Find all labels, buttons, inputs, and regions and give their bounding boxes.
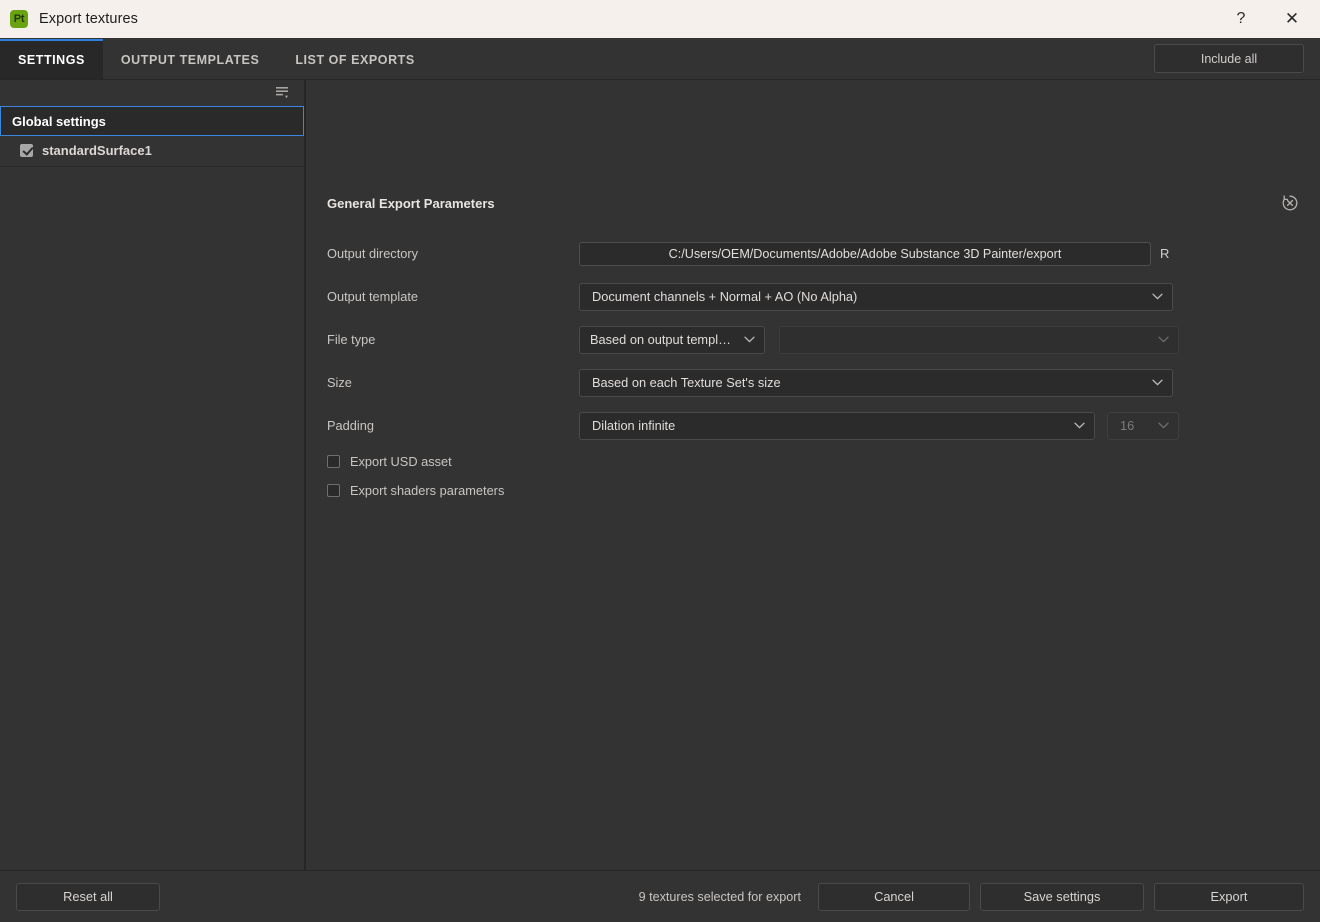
padding-select[interactable]: Dilation infinite — [579, 411, 1095, 440]
sidebar-toolbar — [0, 80, 304, 106]
browse-button[interactable]: R — [1160, 246, 1172, 261]
app-icon: Pt — [10, 10, 28, 28]
output-template-value: Document channels + Normal + AO (No Alph… — [592, 289, 858, 304]
chevron-down-icon — [1074, 422, 1085, 429]
file-type-select[interactable]: Based on output template — [579, 325, 765, 354]
sidebar-item-standardsurface1[interactable]: standardSurface1 — [0, 136, 304, 164]
export-usd-asset-label: Export USD asset — [350, 454, 452, 469]
row-padding: Padding Dilation infinite 16 — [306, 404, 1320, 447]
output-directory-input[interactable]: C:/Users/OEM/Documents/Adobe/Adobe Subst… — [579, 241, 1151, 266]
cancel-button[interactable]: Cancel — [818, 882, 970, 911]
close-button[interactable]: ✕ — [1264, 0, 1320, 38]
file-type-controls: Based on output template — [579, 325, 1320, 354]
footer-bar: Reset all 9 textures selected for export… — [0, 870, 1320, 922]
output-template-label: Output template — [327, 289, 419, 304]
main-panel: General Export Parameters Output directo… — [306, 80, 1320, 870]
texture-set-checkbox[interactable] — [20, 143, 33, 157]
output-directory-controls: C:/Users/OEM/Documents/Adobe/Adobe Subst… — [579, 241, 1320, 266]
sidebar-item-global-settings[interactable]: Global settings — [0, 106, 304, 136]
status-text: 9 textures selected for export — [638, 889, 801, 904]
help-button[interactable]: ? — [1218, 0, 1264, 38]
output-directory-label: Output directory — [327, 246, 419, 261]
export-textures-dialog: Pt Export textures ? ✕ SETTINGS OUTPUT T… — [0, 0, 1320, 922]
save-settings-button[interactable]: Save settings — [980, 882, 1144, 911]
chevron-down-icon — [1152, 379, 1163, 386]
tab-output-templates[interactable]: OUTPUT TEMPLATES — [103, 39, 277, 79]
padding-amount-select[interactable]: 16 — [1107, 411, 1179, 440]
row-file-type: File type Based on output template — [306, 318, 1320, 361]
row-export-shaders-parameters[interactable]: Export shaders parameters — [306, 476, 1320, 505]
chevron-down-icon — [1158, 422, 1169, 429]
sidebar-item-label: Global settings — [12, 113, 106, 129]
row-size: Size Based on each Texture Set's size — [306, 361, 1320, 404]
tab-list-of-exports[interactable]: LIST OF EXPORTS — [277, 39, 432, 79]
row-output-template: Output template Document channels + Norm… — [306, 275, 1320, 318]
chevron-down-icon — [1152, 293, 1163, 300]
size-value: Based on each Texture Set's size — [592, 375, 781, 390]
padding-controls: Dilation infinite 16 — [579, 411, 1320, 440]
sidebar-divider — [0, 166, 304, 167]
padding-amount-value: 16 — [1120, 418, 1135, 433]
sidebar-item-label: standardSurface1 — [42, 142, 152, 158]
export-button[interactable]: Export — [1154, 882, 1304, 911]
size-select[interactable]: Based on each Texture Set's size — [579, 368, 1173, 397]
reset-all-button[interactable]: Reset all — [16, 882, 160, 911]
padding-value: Dilation infinite — [592, 418, 676, 433]
file-type-value: Based on output template — [590, 332, 734, 347]
export-shaders-parameters-label: Export shaders parameters — [350, 483, 505, 498]
window-title: Export textures — [39, 11, 139, 27]
titlebar: Pt Export textures ? ✕ — [0, 0, 1320, 38]
output-template-select[interactable]: Document channels + Normal + AO (No Alph… — [579, 282, 1173, 311]
general-export-parameters-form: Output directory C:/Users/OEM/Documents/… — [306, 232, 1320, 505]
output-template-controls: Document channels + Normal + AO (No Alph… — [579, 282, 1320, 311]
dialog-body: Global settings standardSurface1 General… — [0, 80, 1320, 870]
chevron-down-icon — [744, 336, 755, 343]
list-filter-icon[interactable] — [274, 85, 292, 101]
sidebar: Global settings standardSurface1 — [0, 80, 306, 870]
reset-circle-icon[interactable] — [1280, 193, 1300, 213]
sidebar-list: Global settings standardSurface1 — [0, 106, 304, 870]
include-all-button[interactable]: Include all — [1154, 44, 1304, 73]
export-usd-asset-checkbox[interactable] — [327, 455, 340, 468]
chevron-down-icon — [1158, 336, 1169, 343]
padding-label: Padding — [327, 418, 374, 433]
file-type-options-select[interactable] — [779, 325, 1179, 354]
tab-list: SETTINGS OUTPUT TEMPLATES LIST OF EXPORT… — [0, 39, 433, 79]
tabbar-right: Include all — [1154, 44, 1304, 73]
row-export-usd-asset[interactable]: Export USD asset — [306, 447, 1320, 476]
tab-settings[interactable]: SETTINGS — [0, 39, 103, 79]
export-shaders-parameters-checkbox[interactable] — [327, 484, 340, 497]
tab-bar: SETTINGS OUTPUT TEMPLATES LIST OF EXPORT… — [0, 38, 1320, 80]
size-controls: Based on each Texture Set's size — [579, 368, 1320, 397]
file-type-label: File type — [327, 332, 376, 347]
page-title: General Export Parameters — [327, 196, 495, 211]
row-output-directory: Output directory C:/Users/OEM/Documents/… — [306, 232, 1320, 275]
size-label: Size — [327, 375, 352, 390]
